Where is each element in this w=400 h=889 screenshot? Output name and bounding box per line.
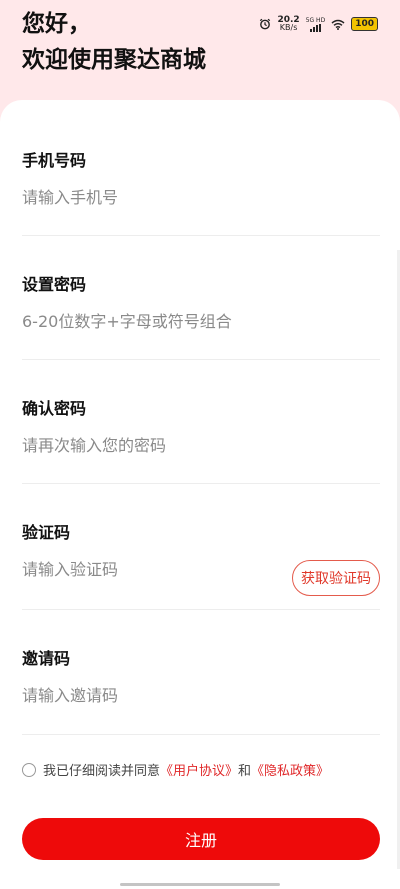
password-field: 设置密码 [22,224,380,336]
battery-indicator: 100 [351,17,378,31]
wifi-icon [331,19,345,30]
verify-code-input[interactable] [22,560,242,579]
phone-label: 手机号码 [22,151,87,170]
cellular-signal: 5G HD [305,16,326,32]
confirm-password-label: 确认密码 [22,399,87,418]
alarm-clock-icon [260,18,271,30]
password-input[interactable] [22,312,282,331]
greeting-hello: 您好， [22,11,91,37]
confirm-password-field: 确认密码 [22,348,380,460]
invite-code-label: 邀请码 [22,649,71,668]
phone-field: 手机号码 [22,100,380,212]
agreement-row: 我已仔细阅读并同意 《用户协议》 和 《隐私政策》 [22,760,329,779]
signal-bars-icon [309,23,321,32]
user-agreement-link[interactable]: 《用户协议》 [160,760,238,779]
register-button[interactable]: 注册 [22,818,380,860]
greeting-welcome: 欢迎使用聚达商城 [22,47,206,73]
invite-code-divider [22,734,380,735]
home-indicator[interactable] [120,883,280,886]
invite-code-field: 邀请码 [22,598,380,710]
password-label: 设置密码 [22,275,87,294]
get-verify-code-button[interactable]: 获取验证码 [292,560,380,596]
confirm-password-input[interactable] [22,436,282,455]
agreement-checkbox[interactable] [22,762,36,777]
invite-code-input[interactable] [22,686,282,705]
network-type-label: 5G HD [305,16,326,24]
verify-code-label: 验证码 [22,523,71,542]
welcome-greeting: 您好， 欢迎使用聚达商城 [22,6,206,78]
phone-input[interactable] [22,188,282,207]
agreement-and: 和 [238,764,252,779]
network-speed-unit: KB/s [279,23,298,32]
agreement-prefix: 我已仔细阅读并同意 [43,764,161,779]
network-speed: 20.2 KB/s [277,16,299,32]
status-icons: 20.2 KB/s 5G HD 100 [259,16,378,32]
privacy-policy-link[interactable]: 《隐私政策》 [251,760,329,779]
